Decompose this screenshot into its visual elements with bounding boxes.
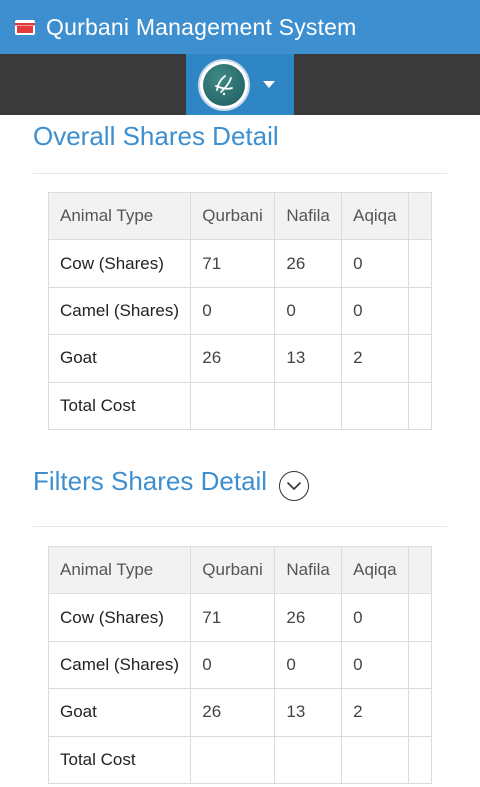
overall-section-title: Overall Shares Detail xyxy=(33,121,279,151)
qurbani-cell: 0 xyxy=(190,640,276,690)
column-header: Animal Type xyxy=(47,191,192,241)
row-label: Total Cost xyxy=(47,381,192,430)
qurbani-cell: 26 xyxy=(190,334,276,383)
aqiqa-cell: 0 xyxy=(341,286,409,336)
column-header: Aqiqa xyxy=(341,545,409,595)
nafila-cell xyxy=(274,381,343,430)
overflow-cell xyxy=(407,286,433,336)
chevron-down-circle-icon[interactable] xyxy=(279,471,309,501)
table-row: Cow (Shares) 71 26 0 xyxy=(47,239,433,288)
app-title: Qurbani Management System xyxy=(46,14,357,40)
qurbani-cell xyxy=(190,735,276,784)
divider xyxy=(33,173,447,174)
overflow-cell xyxy=(407,735,433,784)
overflow-cell xyxy=(407,640,433,690)
overflow-cell xyxy=(407,593,433,642)
row-label: Cow (Shares) xyxy=(47,593,192,642)
table-header-row: Animal Type Qurbani Nafila Aqiqa xyxy=(47,545,433,595)
divider xyxy=(33,526,447,527)
table-row: Cow (Shares) 71 26 0 xyxy=(47,593,433,642)
aqiqa-cell xyxy=(341,735,409,784)
kaaba-icon xyxy=(15,20,35,35)
calligraphy-icon xyxy=(215,75,233,96)
column-header-overflow xyxy=(407,545,433,595)
aqiqa-cell: 0 xyxy=(341,640,409,690)
row-label: Goat xyxy=(47,688,192,737)
aqiqa-cell: 0 xyxy=(341,593,409,642)
row-label: Camel (Shares) xyxy=(47,640,192,690)
aqiqa-cell: 0 xyxy=(341,239,409,288)
nafila-cell: 13 xyxy=(274,334,343,383)
nafila-cell xyxy=(274,735,343,784)
row-label: Cow (Shares) xyxy=(47,239,192,288)
aqiqa-cell: 2 xyxy=(341,334,409,383)
qurbani-cell: 26 xyxy=(190,688,276,737)
table-row: Total Cost xyxy=(47,735,433,784)
aqiqa-cell: 2 xyxy=(341,688,409,737)
aqiqa-cell xyxy=(341,381,409,430)
table-row: Camel (Shares) 0 0 0 xyxy=(47,640,433,690)
row-label: Camel (Shares) xyxy=(47,286,192,336)
qurbani-cell: 71 xyxy=(190,239,276,288)
overflow-cell xyxy=(407,334,433,383)
islamic-calligraphy-logo-icon xyxy=(198,59,250,111)
column-header: Qurbani xyxy=(190,191,276,241)
nafila-cell: 26 xyxy=(274,239,343,288)
nafila-cell: 0 xyxy=(274,286,343,336)
nafila-cell: 13 xyxy=(274,688,343,737)
profile-menu-button[interactable] xyxy=(186,54,294,115)
filters-section-title: Filters Shares Detail xyxy=(33,466,268,496)
table-row: Goat 26 13 2 xyxy=(47,334,433,383)
overflow-cell xyxy=(407,688,433,737)
column-header: Nafila xyxy=(274,545,343,595)
chevron-down-icon xyxy=(287,482,301,490)
qurbani-cell xyxy=(190,381,276,430)
column-header: Aqiqa xyxy=(341,191,409,241)
column-header: Nafila xyxy=(274,191,343,241)
caret-down-icon[interactable] xyxy=(263,81,275,88)
filters-shares-table: Animal Type Qurbani Nafila Aqiqa Cow (Sh… xyxy=(47,545,433,784)
table-row: Camel (Shares) 0 0 0 xyxy=(47,286,433,336)
row-label: Goat xyxy=(47,334,192,383)
overall-shares-table: Animal Type Qurbani Nafila Aqiqa Cow (Sh… xyxy=(47,191,433,430)
overflow-cell xyxy=(407,381,433,430)
row-label: Total Cost xyxy=(47,735,192,784)
nafila-cell: 0 xyxy=(274,640,343,690)
qurbani-cell: 71 xyxy=(190,593,276,642)
column-header: Animal Type xyxy=(47,545,192,595)
table-row: Goat 26 13 2 xyxy=(47,688,433,737)
column-header-overflow xyxy=(407,191,433,241)
qurbani-cell: 0 xyxy=(190,286,276,336)
overflow-cell xyxy=(407,239,433,288)
column-header: Qurbani xyxy=(190,545,276,595)
table-row: Total Cost xyxy=(47,381,433,430)
nafila-cell: 26 xyxy=(274,593,343,642)
table-header-row: Animal Type Qurbani Nafila Aqiqa xyxy=(47,191,433,241)
app-header: Qurbani Management System xyxy=(0,0,480,54)
